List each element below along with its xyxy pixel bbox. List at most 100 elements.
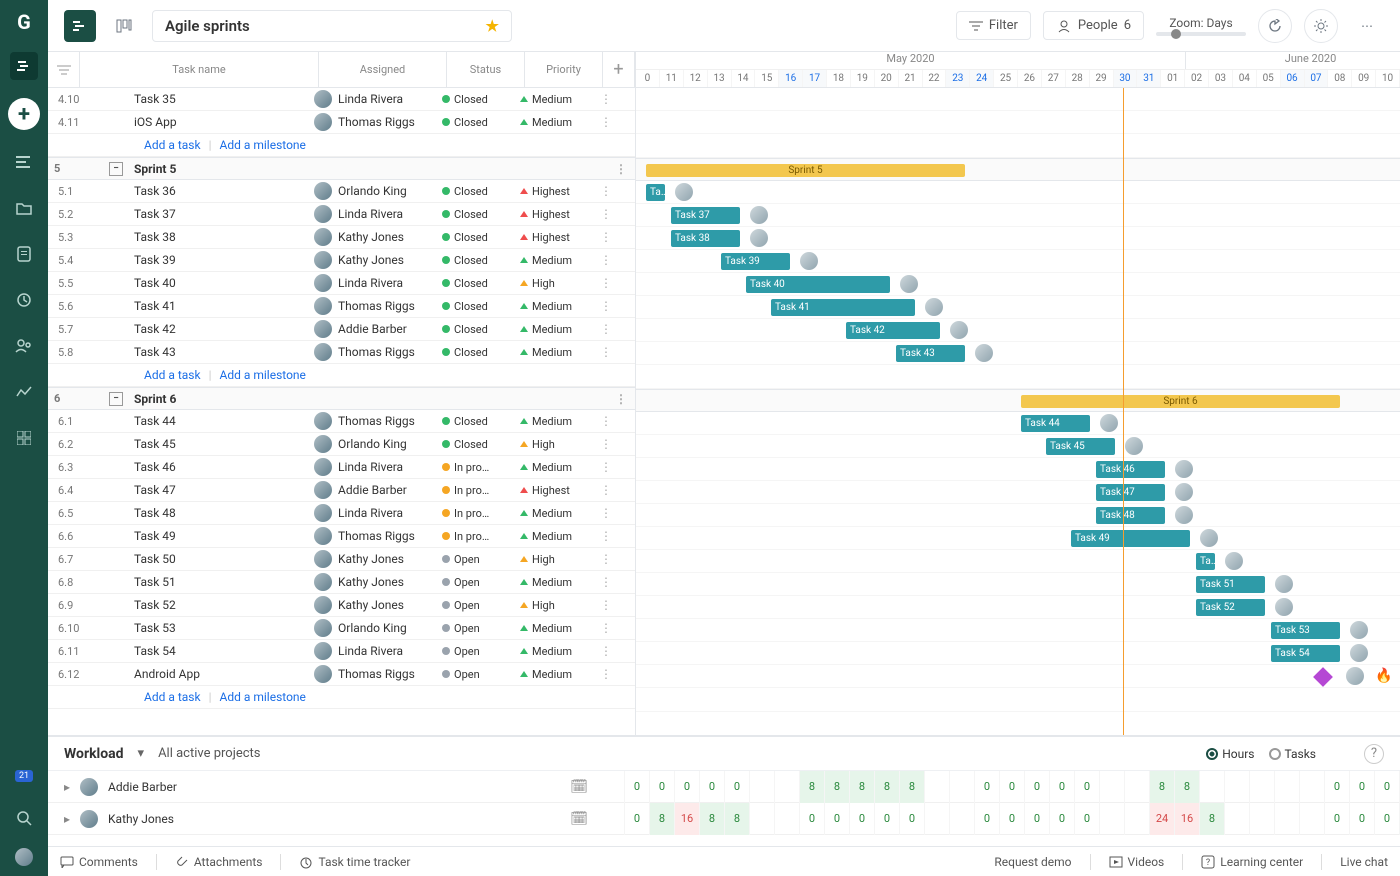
assignee-cell[interactable]: Linda Rivera (308, 205, 436, 223)
row-actions[interactable]: ⋮ (592, 115, 620, 129)
chat-button[interactable]: Live chat (1340, 855, 1388, 869)
task-row[interactable]: 5.1 Task 36 Orlando King Closed Highest … (48, 180, 635, 203)
attachments-button[interactable]: Attachments (175, 855, 263, 869)
row-actions[interactable]: ⋮ (592, 345, 620, 359)
task-bar[interactable]: Task 49 (1071, 530, 1190, 547)
task-name[interactable]: Task 53 (128, 621, 308, 635)
priority-cell[interactable]: Medium (514, 346, 592, 359)
task-bar[interactable]: Task 52 (1196, 599, 1265, 616)
day-header[interactable]: 21 (899, 70, 923, 87)
gantt-row[interactable]: Task 52 (636, 596, 1400, 619)
assignee-cell[interactable]: Kathy Jones (308, 596, 436, 614)
gantt-row[interactable]: Ta… (636, 181, 1400, 204)
task-name[interactable]: Task 42 (128, 322, 308, 336)
task-name[interactable]: Task 45 (128, 437, 308, 451)
task-name[interactable]: Android App (128, 667, 308, 681)
workload-row[interactable]: ▸Kathy Jones🗓081688000000000024168000 (48, 803, 1400, 835)
gantt-view-button[interactable] (64, 10, 96, 42)
status-cell[interactable]: In pro… (436, 507, 514, 520)
task-row[interactable]: 6.12 Android App Thomas Riggs Open Mediu… (48, 663, 635, 686)
assignee-cell[interactable]: Linda Rivera (308, 458, 436, 476)
day-header[interactable]: 09 (1352, 70, 1376, 87)
priority-cell[interactable]: Medium (514, 93, 592, 106)
gantt-row[interactable]: Task 54 (636, 642, 1400, 665)
folder-icon[interactable] (10, 194, 38, 222)
task-name[interactable]: Task 37 (128, 207, 308, 221)
task-bar[interactable]: Task 44 (1021, 415, 1090, 432)
row-actions[interactable]: ⋮ (592, 230, 620, 244)
priority-cell[interactable]: Highest (514, 231, 592, 244)
task-row[interactable]: 4.11 iOS App Thomas Riggs Closed Medium … (48, 111, 635, 134)
zoom-control[interactable]: Zoom: Days (1156, 16, 1246, 36)
assignee-cell[interactable]: Thomas Riggs (308, 527, 436, 545)
day-header[interactable]: 24 (970, 70, 994, 87)
star-icon[interactable]: ★ (486, 17, 499, 35)
row-actions[interactable]: ⋮ (592, 414, 620, 428)
gantt-row[interactable]: Task 41 (636, 296, 1400, 319)
assignee-cell[interactable]: Linda Rivera (308, 504, 436, 522)
clock-icon[interactable] (10, 286, 38, 314)
row-actions[interactable]: ⋮ (592, 322, 620, 336)
day-header[interactable]: 27 (1042, 70, 1066, 87)
learning-button[interactable]: ? Learning center (1201, 855, 1303, 869)
status-cell[interactable]: Closed (436, 231, 514, 244)
day-header[interactable]: 20 (875, 70, 899, 87)
row-actions[interactable]: ⋮ (592, 598, 620, 612)
task-row[interactable]: 6.3 Task 46 Linda Rivera In pro… Medium … (48, 456, 635, 479)
row-actions[interactable]: ⋮ (607, 162, 635, 176)
task-name[interactable]: Task 44 (128, 414, 308, 428)
col-status[interactable]: Status (447, 52, 525, 87)
day-header[interactable]: 26 (1018, 70, 1042, 87)
task-bar[interactable]: Task 37 (671, 207, 740, 224)
assignee-cell[interactable]: Linda Rivera (308, 90, 436, 108)
chart-icon[interactable] (10, 378, 38, 406)
day-header[interactable]: 0 (636, 70, 660, 87)
assignee-cell[interactable]: Thomas Riggs (308, 113, 436, 131)
status-cell[interactable]: Closed (436, 93, 514, 106)
status-cell[interactable]: Open (436, 668, 514, 681)
task-row[interactable]: 6.7 Task 50 Kathy Jones Open High ⋮ (48, 548, 635, 571)
task-row[interactable]: 5.3 Task 38 Kathy Jones Closed Highest ⋮ (48, 226, 635, 249)
gantt-row[interactable]: Task 38 (636, 227, 1400, 250)
priority-cell[interactable]: Medium (514, 645, 592, 658)
priority-cell[interactable]: Medium (514, 507, 592, 520)
status-cell[interactable]: Open (436, 553, 514, 566)
priority-cell[interactable]: Medium (514, 622, 592, 635)
task-row[interactable]: 6.9 Task 52 Kathy Jones Open High ⋮ (48, 594, 635, 617)
day-header[interactable]: 10 (1376, 70, 1400, 87)
gantt-row[interactable]: Task 45 (636, 435, 1400, 458)
priority-cell[interactable]: Medium (514, 300, 592, 313)
assignee-cell[interactable]: Kathy Jones (308, 550, 436, 568)
task-name[interactable]: Task 43 (128, 345, 308, 359)
priority-cell[interactable]: Medium (514, 415, 592, 428)
priority-cell[interactable]: Medium (514, 576, 592, 589)
help-icon[interactable]: ? (1364, 744, 1384, 764)
task-bar[interactable]: Task 45 (1046, 438, 1115, 455)
assignee-cell[interactable]: Addie Barber (308, 320, 436, 338)
assignee-cell[interactable]: Kathy Jones (308, 251, 436, 269)
row-actions[interactable]: ⋮ (592, 644, 620, 658)
document-icon[interactable] (10, 240, 38, 268)
day-header[interactable]: 03 (1209, 70, 1233, 87)
day-header[interactable]: 31 (1137, 70, 1161, 87)
gantt-row[interactable]: Task 39 (636, 250, 1400, 273)
day-header[interactable]: 28 (1066, 70, 1090, 87)
tasks-radio[interactable]: Tasks (1269, 747, 1317, 761)
task-bar[interactable]: Ta… (646, 184, 665, 201)
task-row[interactable]: 5.6 Task 41 Thomas Riggs Closed Medium ⋮ (48, 295, 635, 318)
task-bar[interactable]: Task 40 (746, 276, 890, 293)
status-cell[interactable]: Closed (436, 254, 514, 267)
task-bar[interactable]: Task 54 (1271, 645, 1340, 662)
task-name[interactable]: iOS App (128, 115, 308, 129)
project-title[interactable]: Agile sprints ★ (152, 10, 512, 42)
priority-cell[interactable]: Medium (514, 254, 592, 267)
people-button[interactable]: People 6 (1043, 11, 1144, 40)
gantt-row[interactable]: Task 46 (636, 458, 1400, 481)
assignee-cell[interactable]: Thomas Riggs (308, 412, 436, 430)
gantt-row[interactable] (636, 111, 1400, 134)
task-bar[interactable]: Task 51 (1196, 576, 1265, 593)
assignee-cell[interactable]: Orlando King (308, 182, 436, 200)
view-gantt-icon[interactable] (10, 52, 38, 80)
board-view-button[interactable] (108, 10, 140, 42)
assignee-cell[interactable]: Orlando King (308, 435, 436, 453)
